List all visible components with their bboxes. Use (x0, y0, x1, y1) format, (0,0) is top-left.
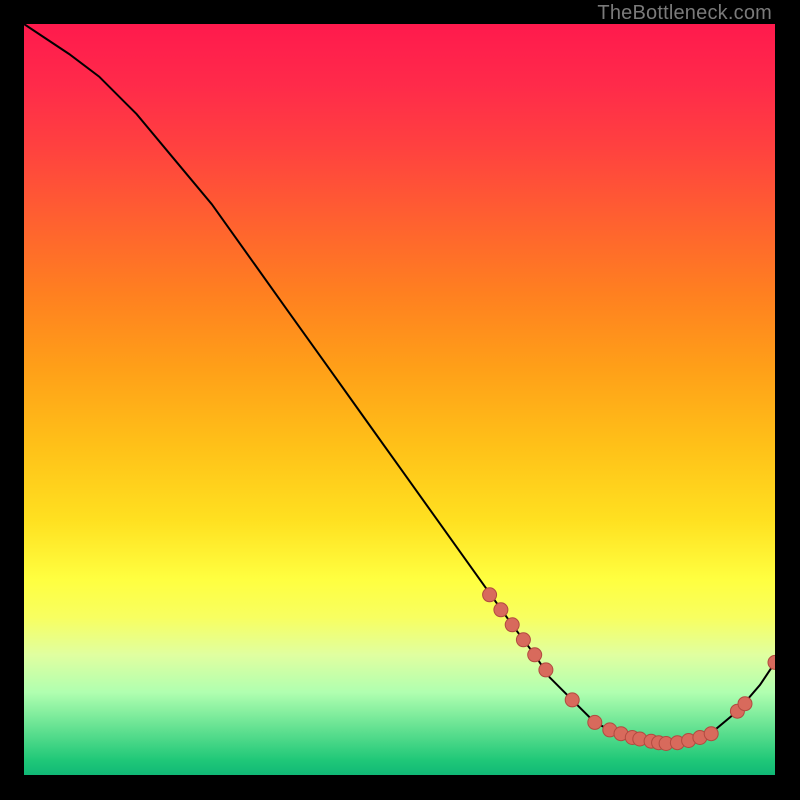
curve-marker (539, 663, 553, 677)
chart-frame: TheBottleneck.com (0, 0, 800, 800)
curve-marker (565, 693, 579, 707)
bottleneck-curve (24, 24, 775, 745)
curve-marker (494, 603, 508, 617)
curve-marker (738, 697, 752, 711)
watermark-text: TheBottleneck.com (597, 2, 772, 25)
curve-marker (588, 715, 602, 729)
curve-marker (768, 655, 775, 669)
curve-marker (704, 727, 718, 741)
curve-marker (505, 618, 519, 632)
curve-marker (516, 633, 530, 647)
curve-markers (483, 588, 775, 751)
curve-marker (528, 648, 542, 662)
curve-marker (483, 588, 497, 602)
curve-svg (24, 24, 775, 775)
plot-area (24, 24, 775, 775)
